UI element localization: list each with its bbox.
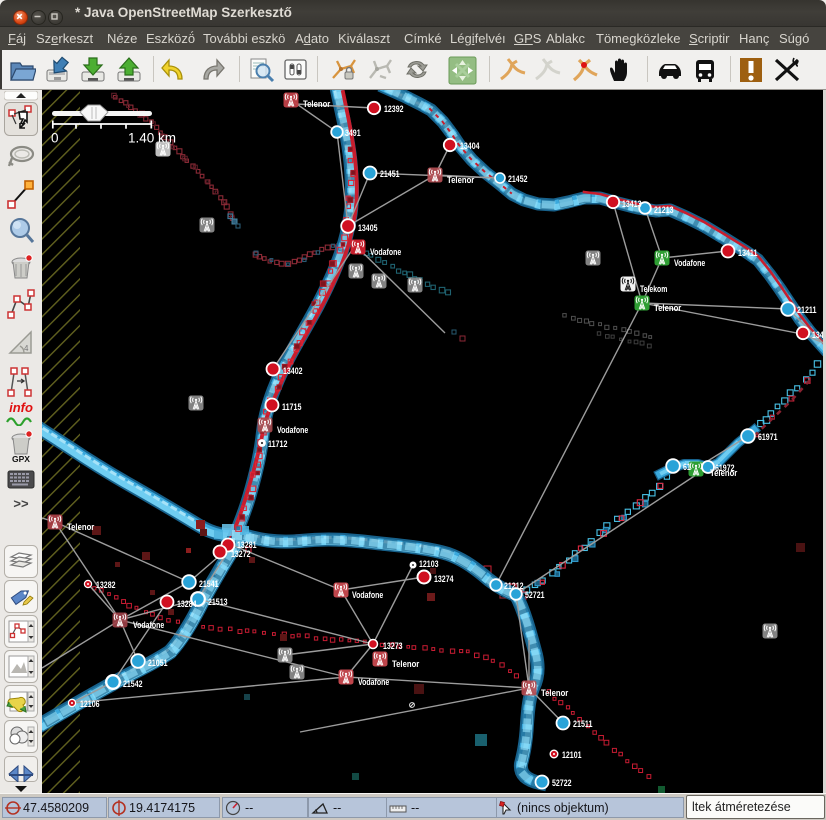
- svg-text:13405: 13405: [358, 223, 378, 233]
- svg-text:21511: 21511: [573, 719, 593, 729]
- svg-text:Telekom: Telekom: [640, 284, 667, 294]
- svg-text:Vodafone: Vodafone: [674, 258, 705, 268]
- svg-text:11715: 11715: [282, 402, 302, 412]
- svg-text:61971: 61971: [758, 432, 778, 442]
- svg-text:52721: 52721: [525, 590, 545, 600]
- svg-text:12103: 12103: [419, 559, 439, 569]
- svg-text:61: 61: [683, 462, 691, 472]
- svg-text:Vodafone: Vodafone: [352, 590, 383, 600]
- svg-text:Vodafone: Vodafone: [370, 247, 401, 257]
- svg-text:13282: 13282: [96, 580, 116, 590]
- svg-text:Telenor: Telenor: [303, 99, 331, 109]
- svg-text:Vodafone: Vodafone: [277, 425, 308, 435]
- svg-text:Telenor: Telenor: [654, 303, 682, 313]
- svg-text:Vodafone: Vodafone: [133, 620, 164, 630]
- svg-text:12106: 12106: [80, 699, 100, 709]
- svg-text:13411: 13411: [738, 248, 758, 258]
- svg-text:11712: 11712: [268, 439, 288, 449]
- svg-text:Telenor: Telenor: [710, 468, 738, 478]
- svg-text:13404: 13404: [460, 141, 480, 151]
- svg-text:13284: 13284: [177, 599, 197, 609]
- svg-text:12101: 12101: [562, 750, 582, 760]
- svg-text:Telenor: Telenor: [541, 688, 569, 698]
- svg-text:1.40 km: 1.40 km: [128, 131, 176, 146]
- svg-text:3491: 3491: [345, 128, 361, 138]
- svg-text:0: 0: [51, 131, 59, 146]
- svg-text:52722: 52722: [552, 778, 572, 788]
- svg-text:13274: 13274: [434, 574, 454, 584]
- svg-text:12392: 12392: [384, 104, 404, 114]
- svg-text:21541: 21541: [199, 579, 219, 589]
- svg-text:21051: 21051: [148, 658, 168, 668]
- svg-text:21542: 21542: [123, 679, 143, 689]
- svg-text:4: 4: [24, 344, 29, 353]
- svg-text:21211: 21211: [797, 305, 817, 315]
- svg-text:134: 134: [812, 330, 823, 340]
- svg-text:Telenor: Telenor: [392, 659, 420, 669]
- svg-text:GPX: GPX: [12, 454, 30, 464]
- svg-text:21513: 21513: [208, 597, 228, 607]
- svg-text:13413: 13413: [622, 199, 642, 209]
- svg-text:21451: 21451: [380, 169, 400, 179]
- svg-text:13402: 13402: [283, 366, 303, 376]
- svg-text:13272: 13272: [231, 549, 251, 559]
- svg-text:21212: 21212: [504, 581, 524, 591]
- svg-text:Vodafone: Vodafone: [358, 677, 389, 687]
- svg-text:13273: 13273: [383, 641, 403, 651]
- svg-text:Telenor: Telenor: [67, 522, 95, 532]
- svg-text:21213: 21213: [654, 205, 674, 215]
- svg-text:Telenor: Telenor: [447, 175, 475, 185]
- svg-text:21452: 21452: [508, 174, 528, 184]
